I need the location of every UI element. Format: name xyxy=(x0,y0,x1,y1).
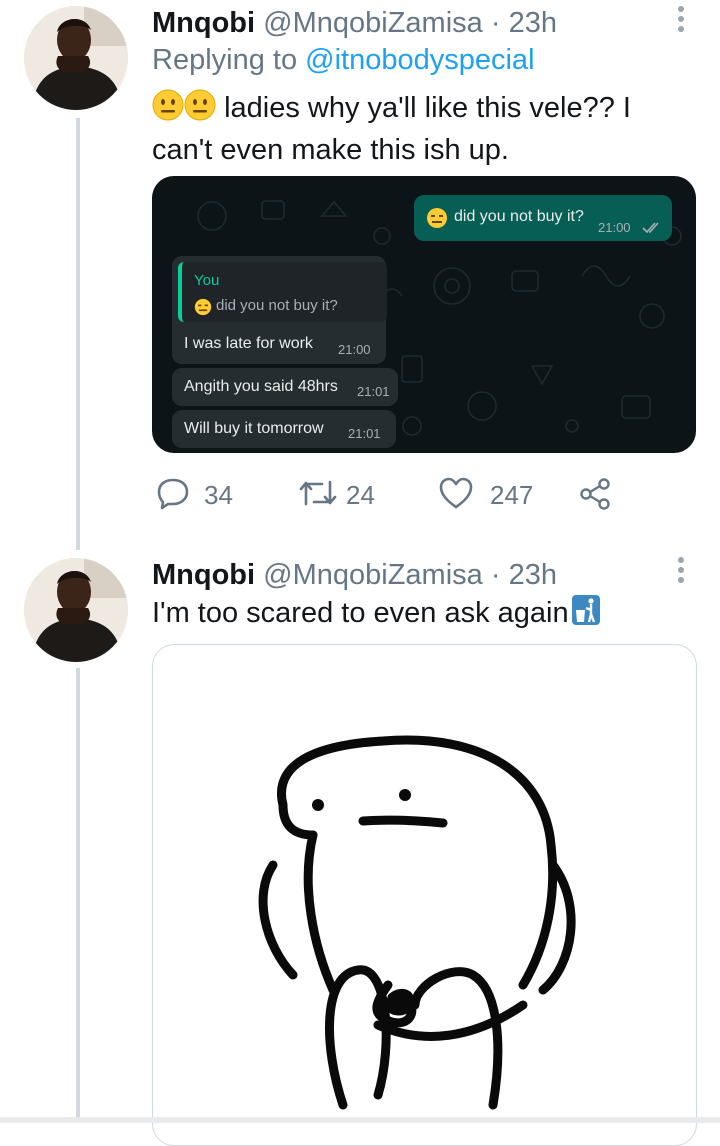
tweet-time[interactable]: 23h xyxy=(509,559,557,591)
message-incoming-reply[interactable]: You did you not buy it? I was late for w… xyxy=(172,256,387,364)
tweet-header: Mnqobi @MnqobiZamisa · 23h xyxy=(152,6,557,40)
avatar[interactable] xyxy=(24,6,128,110)
reply-count: 34 xyxy=(204,480,233,510)
message-text: Will buy it tomorrow xyxy=(184,420,324,437)
tweet-text: ladies why ya'll like this vele?? I can'… xyxy=(152,89,631,169)
expressionless-face-emoji-icon xyxy=(194,298,212,321)
avatar-photo xyxy=(24,558,128,662)
quote-text: did you not buy it? xyxy=(216,297,338,314)
separator-dot: · xyxy=(490,559,501,591)
reply-button[interactable]: 34 xyxy=(156,470,246,520)
replying-to-mention[interactable]: @itnobodyspecial xyxy=(305,44,534,76)
avatar[interactable] xyxy=(24,558,128,662)
tweet-header: Mnqobi @MnqobiZamisa · 23h xyxy=(152,558,557,592)
message-text: did you not buy it? xyxy=(454,208,584,225)
author-name[interactable]: Mnqobi xyxy=(152,559,255,591)
share-button[interactable] xyxy=(578,470,618,520)
message-time: 21:01 xyxy=(348,426,381,441)
tweet-text-line-1: ladies why ya'll like this vele?? I xyxy=(224,92,631,124)
separator-dot: · xyxy=(490,7,501,39)
thread-line xyxy=(76,668,80,1123)
quoted-message[interactable]: You did you not buy it? xyxy=(178,262,387,322)
neutral-face-emoji-icon xyxy=(184,89,216,131)
share-icon xyxy=(580,478,610,510)
avatar-photo xyxy=(24,6,128,110)
more-options-icon[interactable] xyxy=(672,553,690,589)
scared-blob-meme-drawing xyxy=(258,735,576,1110)
author-handle[interactable]: @MnqobiZamisa xyxy=(263,7,483,39)
replying-to: Replying to @itnobodyspecial xyxy=(152,43,535,77)
message-text: I was late for work xyxy=(184,335,313,352)
message-incoming[interactable]: Will buy it tomorrow 21:01 xyxy=(172,410,396,448)
more-options-icon[interactable] xyxy=(672,2,690,38)
tweet-text-line-2: can't even make this ish up. xyxy=(152,134,509,166)
tweet-text-content: I'm too scared to even ask again xyxy=(152,597,569,629)
retweet-count: 24 xyxy=(346,480,375,510)
tweet-media-whatsapp-screenshot[interactable]: did you not buy it? 21:00 You did you no… xyxy=(152,176,696,453)
tweet-time[interactable]: 23h xyxy=(509,7,557,39)
message-time: 21:01 xyxy=(357,384,390,399)
put-litter-in-its-place-emoji-icon xyxy=(571,594,601,636)
message-incoming[interactable]: Angith you said 48hrs 21:01 xyxy=(172,368,398,406)
reply-icon xyxy=(157,478,189,510)
bottom-divider xyxy=(0,1117,720,1123)
retweet-icon xyxy=(299,480,337,506)
tweet-media-image[interactable] xyxy=(152,644,697,1146)
tweet-text: I'm too scared to even ask again xyxy=(152,594,601,636)
expressionless-face-emoji-icon xyxy=(426,207,448,234)
replying-to-label: Replying to xyxy=(152,44,298,76)
neutral-face-emoji-icon xyxy=(152,89,184,131)
tweet-actions: 34 24 247 xyxy=(0,470,720,520)
message-outgoing[interactable]: did you not buy it? 21:00 xyxy=(414,195,672,241)
message-time: 21:00 xyxy=(598,220,631,235)
double-check-icon xyxy=(642,222,659,234)
message-text: Angith you said 48hrs xyxy=(184,378,338,395)
author-name[interactable]: Mnqobi xyxy=(152,7,255,39)
like-count: 247 xyxy=(490,480,534,510)
message-time: 21:00 xyxy=(338,342,371,357)
like-button[interactable]: 247 xyxy=(438,470,548,520)
author-handle[interactable]: @MnqobiZamisa xyxy=(263,559,483,591)
heart-icon xyxy=(439,477,473,509)
quote-author: You xyxy=(194,272,220,289)
retweet-button[interactable]: 24 xyxy=(298,470,388,520)
